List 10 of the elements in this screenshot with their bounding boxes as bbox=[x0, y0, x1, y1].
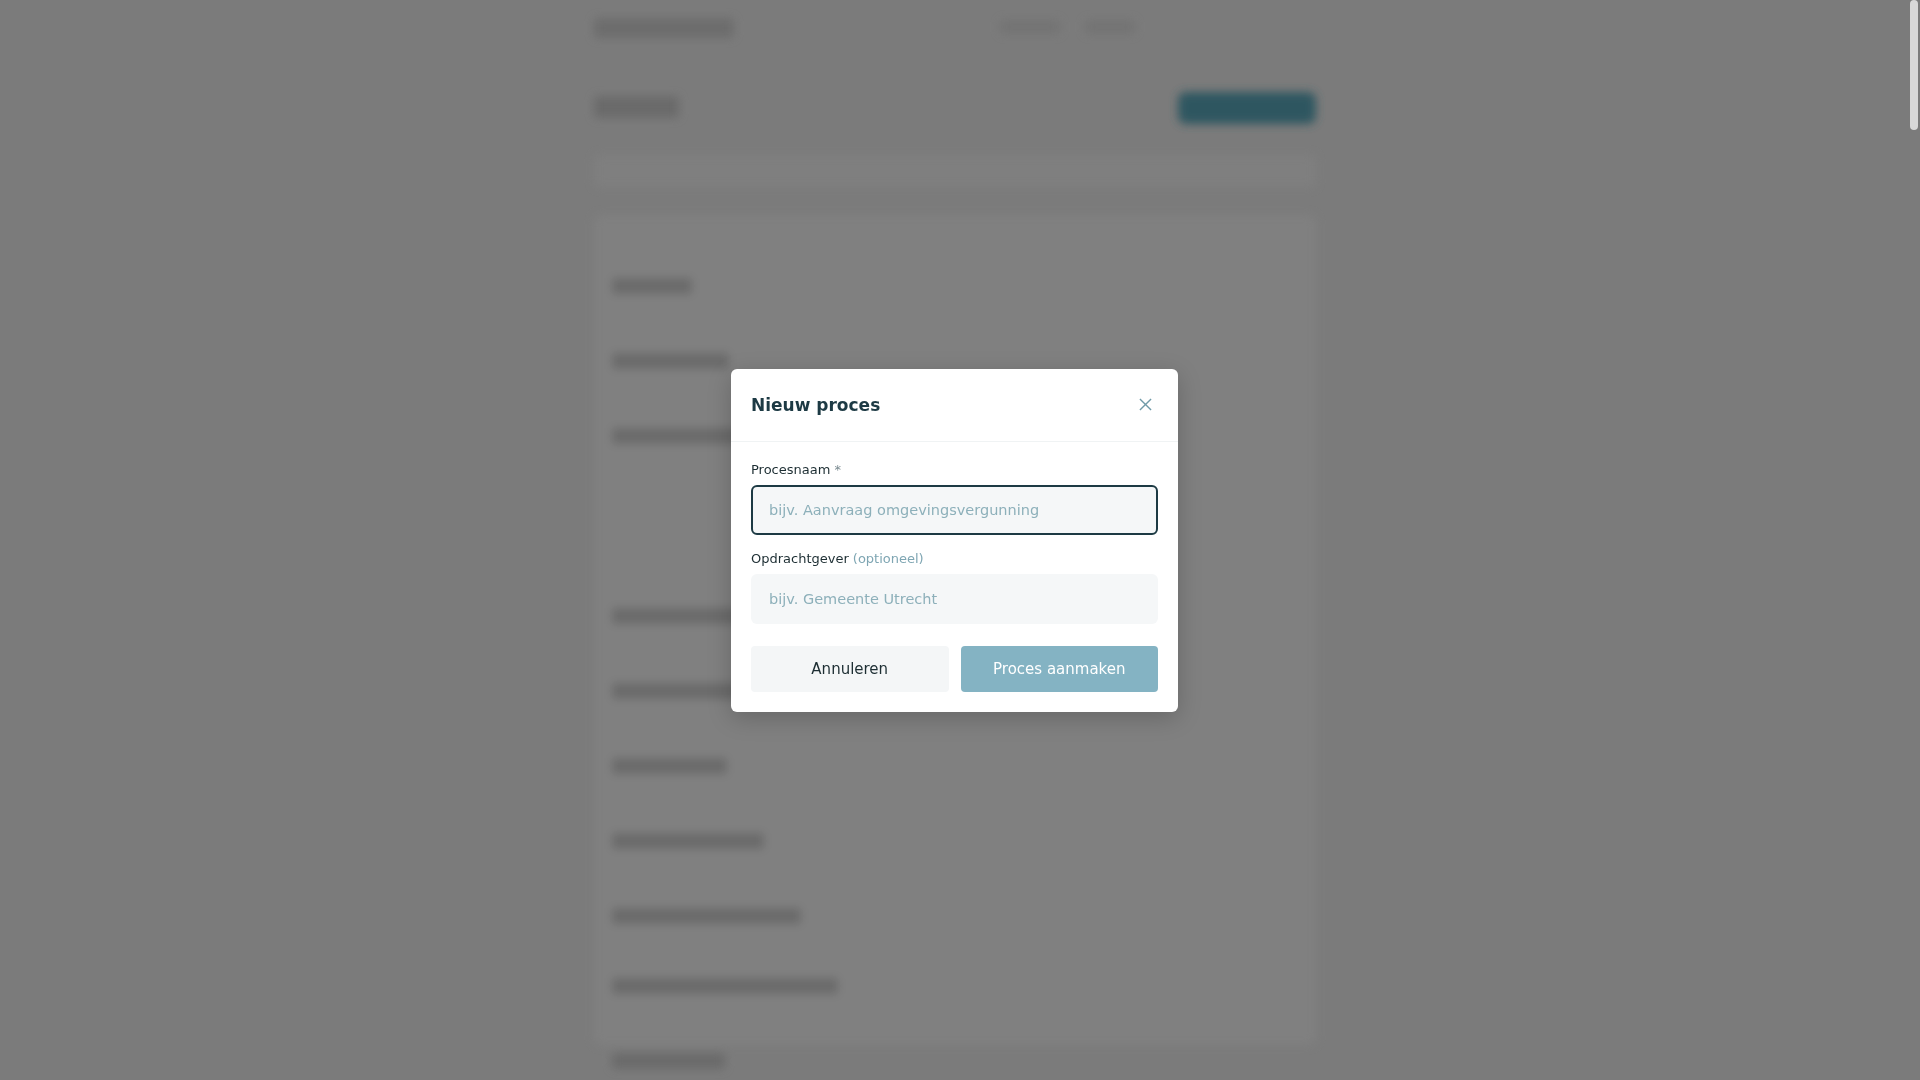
scrollbar[interactable] bbox=[1910, 0, 1918, 130]
input-field[interactable]: bijv. Aanvraag omgevingsvergunning bbox=[751, 484, 1158, 535]
close-icon[interactable] bbox=[1139, 398, 1152, 411]
field-label: Procesnaam bbox=[751, 461, 831, 477]
input-field[interactable]: bijv. Gemeente Utrecht bbox=[751, 573, 1158, 624]
dialog-title: Nieuw proces bbox=[751, 394, 881, 415]
cancel-button[interactable]: Annuleren bbox=[751, 645, 949, 692]
required-mark: * bbox=[834, 461, 841, 477]
field-label: Opdrachtgever bbox=[751, 550, 849, 566]
optional-hint: (optioneel) bbox=[852, 550, 924, 566]
